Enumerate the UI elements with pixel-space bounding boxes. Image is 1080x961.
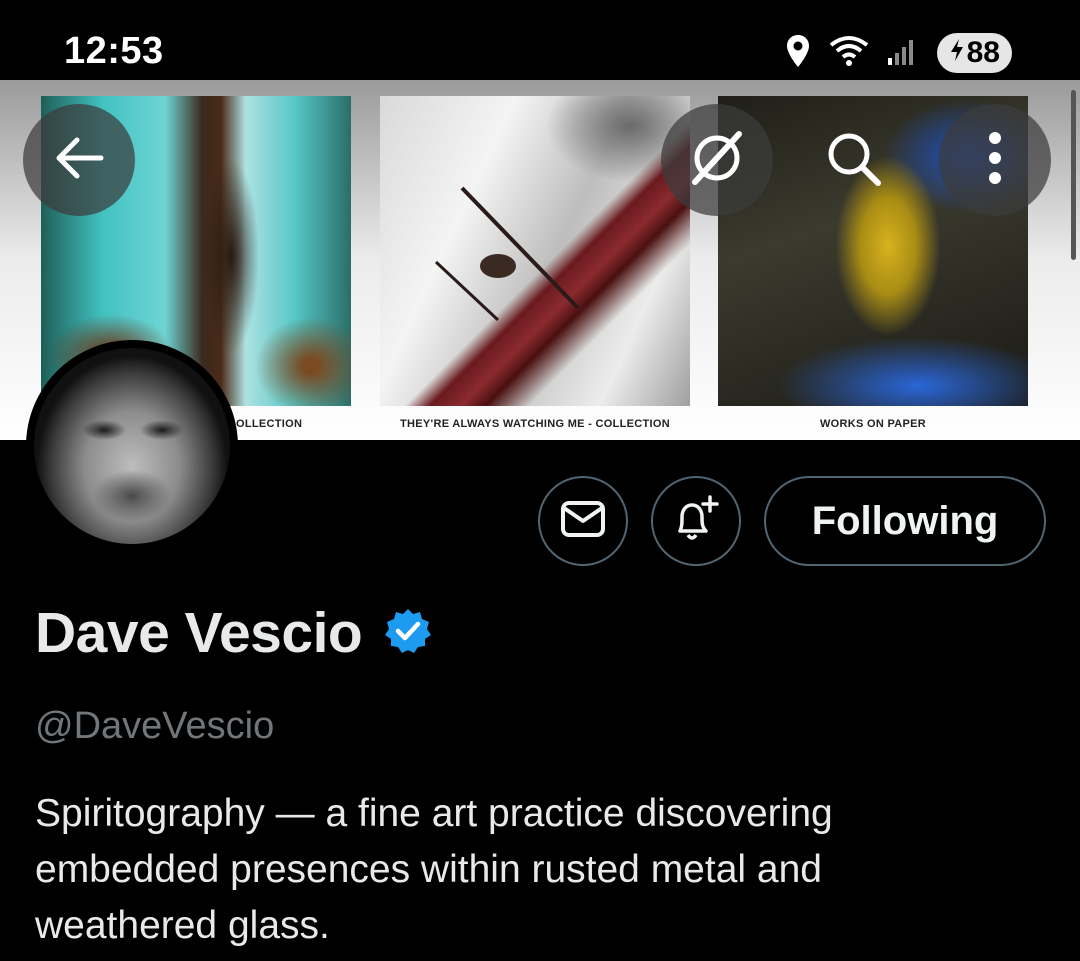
message-button[interactable] <box>538 476 628 566</box>
status-bar: 12:53 88 <box>0 0 1080 80</box>
profile-handle: @DaveVescio <box>35 705 275 747</box>
battery-indicator: 88 <box>936 33 1012 73</box>
verified-badge-icon[interactable] <box>384 607 432 660</box>
mail-icon <box>560 500 606 543</box>
avatar-image <box>34 348 230 544</box>
banner-caption-1: OLLECTION <box>236 418 303 430</box>
notifications-button[interactable] <box>651 476 741 566</box>
scroll-indicator[interactable] <box>1071 90 1076 260</box>
search-icon <box>823 128 883 193</box>
battery-charging-icon <box>949 36 965 70</box>
battery-level: 88 <box>966 36 1000 69</box>
grok-button[interactable] <box>661 104 773 216</box>
grok-icon <box>687 128 747 193</box>
location-icon <box>785 34 811 73</box>
banner-artwork-2 <box>380 96 690 406</box>
status-time: 12:53 <box>64 30 164 72</box>
back-button[interactable] <box>23 104 135 216</box>
profile-name: Dave Vescio <box>35 601 363 665</box>
avatar[interactable] <box>26 340 238 552</box>
signal-icon <box>887 36 919 71</box>
bell-plus-icon <box>670 493 722 550</box>
back-arrow-icon <box>53 136 105 185</box>
wifi-icon <box>829 35 869 72</box>
following-button[interactable]: Following <box>764 476 1046 566</box>
banner-caption-2: THEY'RE ALWAYS WATCHING ME - COLLECTION <box>400 418 670 430</box>
search-button[interactable] <box>797 104 909 216</box>
status-icons: 88 <box>785 30 1012 76</box>
profile-name-row: Dave Vescio <box>35 600 432 666</box>
more-vertical-icon <box>988 131 1002 190</box>
more-options-button[interactable] <box>939 104 1051 216</box>
profile-bio: Spiritography — a fine art practice disc… <box>35 792 833 947</box>
banner-caption-3: WORKS ON PAPER <box>819 418 927 430</box>
